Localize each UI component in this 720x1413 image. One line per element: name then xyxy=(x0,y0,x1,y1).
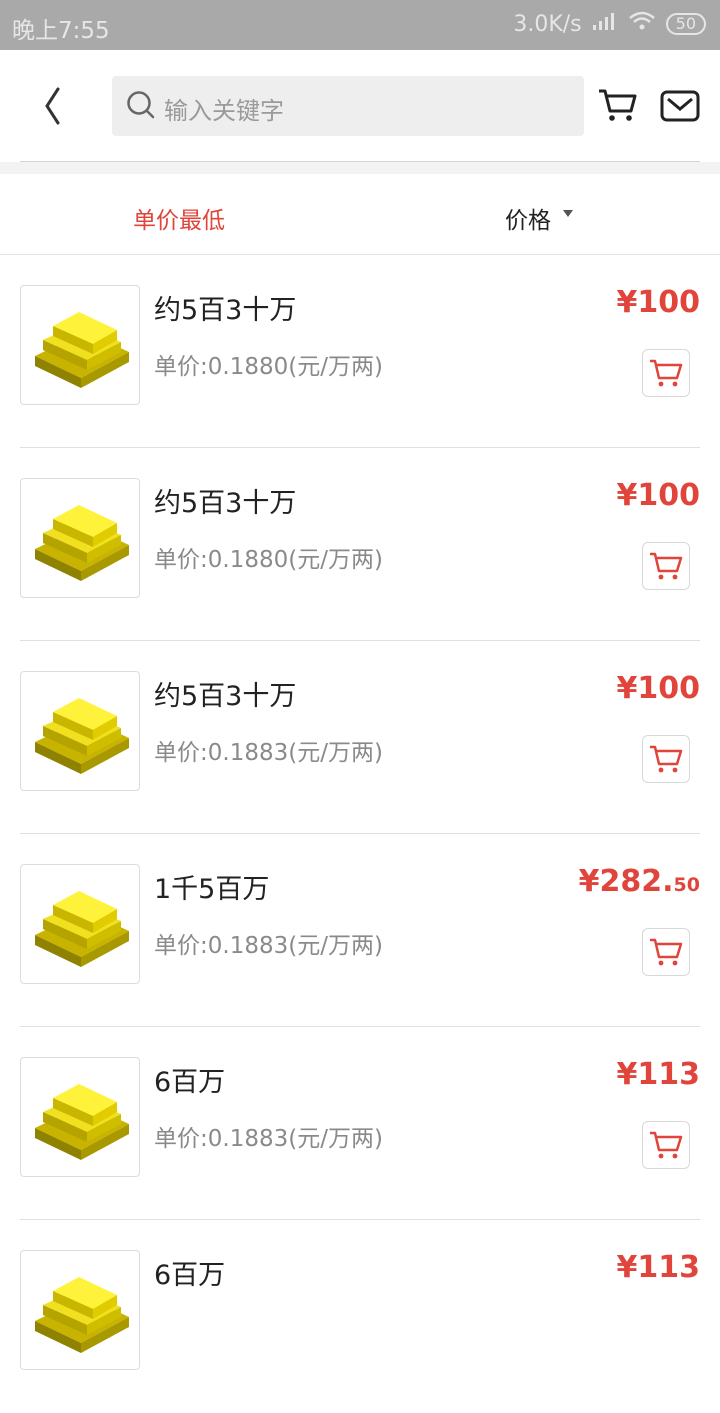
sort-bar: 单价最低 价格 xyxy=(0,174,720,255)
product-unit-price: 单价:0.1880(元/万两) xyxy=(154,354,383,380)
product-unit-price: 单价:0.1883(元/万两) xyxy=(154,1126,383,1152)
product-name: 约5百3十万 xyxy=(154,488,297,519)
battery-indicator: 50 xyxy=(665,13,706,35)
top-bar: 输入关键字 xyxy=(0,50,720,172)
product-unit-price: 单价:0.1880(元/万两) xyxy=(154,547,383,573)
signal-icon xyxy=(592,11,618,37)
mail-icon[interactable] xyxy=(660,90,700,126)
search-input[interactable]: 输入关键字 xyxy=(112,76,584,136)
product-unit-price: 单价:0.1883(元/万两) xyxy=(154,740,383,766)
product-price: ¥100 xyxy=(617,285,701,320)
gold-bars-icon xyxy=(20,671,140,791)
product-item[interactable]: 6百万 单价:0.1883(元/万两) ¥113 xyxy=(0,1027,720,1220)
product-item[interactable]: 约5百3十万 单价:0.1880(元/万两) ¥100 xyxy=(0,448,720,641)
gold-bars-icon xyxy=(20,1057,140,1177)
add-to-cart-button[interactable] xyxy=(642,542,690,590)
add-to-cart-button[interactable] xyxy=(642,1121,690,1169)
product-price: ¥100 xyxy=(617,478,701,513)
product-name: 6百万 xyxy=(154,1260,226,1291)
add-to-cart-button[interactable] xyxy=(642,735,690,783)
search-icon xyxy=(126,90,156,124)
product-price: ¥100 xyxy=(617,671,701,706)
product-name: 1千5百万 xyxy=(154,874,270,905)
section-gap xyxy=(0,162,720,174)
price-main: ¥113 xyxy=(616,1057,701,1092)
wifi-icon xyxy=(628,11,656,37)
product-item[interactable]: 1千5百万 单价:0.1883(元/万两) ¥282.50 xyxy=(0,834,720,1027)
product-item[interactable]: 6百万 ¥113 xyxy=(0,1220,720,1413)
product-name: 约5百3十万 xyxy=(154,681,297,712)
network-speed: 3.0K/s xyxy=(513,11,582,37)
sort-price[interactable]: 价格 xyxy=(505,201,551,235)
price-main: ¥100 xyxy=(616,671,701,706)
add-to-cart-button[interactable] xyxy=(642,349,690,397)
product-list: 约5百3十万 单价:0.1880(元/万两) ¥100 约5百3十万 单价:0.… xyxy=(0,255,720,1413)
status-time: 晚上7:55 xyxy=(12,18,110,44)
price-decimal: 50 xyxy=(673,874,700,896)
gold-bars-icon xyxy=(20,285,140,405)
price-main: ¥100 xyxy=(616,478,701,513)
search-placeholder: 输入关键字 xyxy=(164,97,284,125)
product-item[interactable]: 约5百3十万 单价:0.1883(元/万两) ¥100 xyxy=(0,641,720,834)
cart-icon[interactable] xyxy=(597,87,639,127)
product-price: ¥282.50 xyxy=(579,864,700,899)
caret-down-icon[interactable] xyxy=(563,210,573,217)
gold-bars-icon xyxy=(20,478,140,598)
gold-bars-icon xyxy=(20,1250,140,1370)
gold-bars-icon xyxy=(20,864,140,984)
back-arrow-icon[interactable] xyxy=(38,86,72,126)
product-price: ¥113 xyxy=(617,1057,701,1092)
status-bar: 晚上7:55 3.0K/s 50 xyxy=(0,0,720,50)
product-name: 约5百3十万 xyxy=(154,295,297,326)
product-name: 6百万 xyxy=(154,1067,226,1098)
add-to-cart-button[interactable] xyxy=(642,928,690,976)
product-unit-price: 单价:0.1883(元/万两) xyxy=(154,933,383,959)
product-item[interactable]: 约5百3十万 单价:0.1880(元/万两) ¥100 xyxy=(0,255,720,448)
price-main: ¥100 xyxy=(616,285,701,320)
status-indicators: 3.0K/s 50 xyxy=(513,11,706,37)
sort-unit-price-lowest[interactable]: 单价最低 xyxy=(133,201,225,235)
price-main: ¥282. xyxy=(578,864,674,899)
